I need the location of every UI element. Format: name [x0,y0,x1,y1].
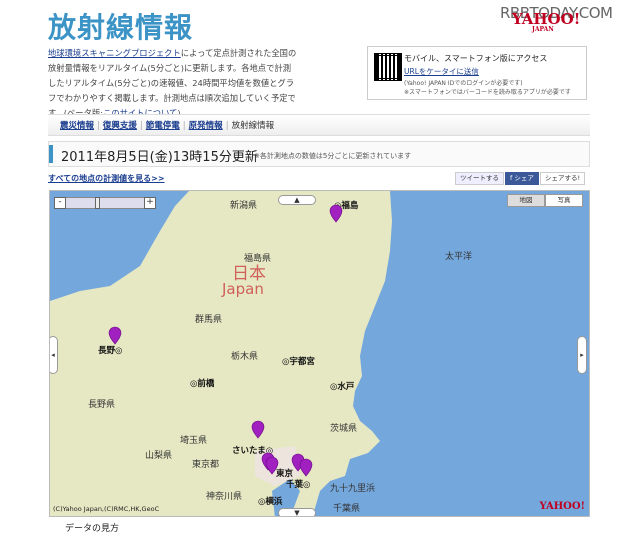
page-title: 放射線情報 [48,11,194,44]
map-label-utsunomiya: ◎宇都宮 [282,356,315,367]
nav-power[interactable]: 節電停電 [146,121,180,131]
map-label-kujukuri: 九十九里浜 [330,482,375,494]
map-label-nagano_city: 長野◎ [98,345,122,356]
project-link[interactable]: 地球環境スキャニングプロジェクト [48,48,181,58]
yahoo-map-logo: YAHOO! [539,501,585,512]
map-label-niigata: 新潟県 [230,199,257,211]
update-datetime: 2011年8月5日(金)13時15分更新 [61,150,258,165]
zoom-handle[interactable] [95,197,100,209]
nav-nuclear[interactable]: 原発情報 [189,121,223,131]
nav-disaster[interactable]: 震災情報 [60,121,94,131]
map-label-gunma: 群馬県 [195,313,222,325]
map-label-chiba_pref: 千葉県 [333,502,360,514]
map-type-toggle: 地図 写真 [507,194,583,207]
pan-left-button[interactable]: ◂ [50,336,58,374]
map-label-pacific: 太平洋 [445,250,472,262]
update-note: ※各計測地点の数値は5分ごとに更新されています [254,152,412,160]
qr-code-icon [374,53,402,81]
map-label-saitama_pref: 埼玉県 [180,434,207,446]
share-button[interactable]: シェアする! [540,172,586,185]
intro-text: 地球環境スキャニングプロジェクトによって定点計測された全国の放射量情報をリアルタ… [48,46,298,121]
zoom-out-button[interactable]: - [54,197,66,209]
facebook-share-button[interactable]: f シェア [505,172,539,185]
mobile-title: モバイル、スマートフォン版にアクセス [404,54,548,63]
map-label-tokyo_pref: 東京都 [192,458,219,470]
pan-right-button[interactable]: ▸ [577,336,587,374]
pan-down-button[interactable]: ▼ [278,508,316,516]
data-legend-heading: データの見方 [65,524,120,534]
nav-current: 放射線情報 [231,121,275,131]
map-label-kanagawa: 神奈川県 [206,490,242,502]
map-label-yamanashi: 山梨県 [145,449,172,461]
zoom-in-button[interactable]: + [144,197,156,209]
zoom-slider[interactable]: - + [54,197,156,209]
mobile-note-2: ※スマートフォンではバーコードを読み取るアプリが必要です [404,89,571,96]
map-label-tochigi: 栃木県 [231,350,258,362]
radiation-map[interactable]: 新潟県 ◎福島 太平洋 福島県 群馬県 長野◎ 栃木県 ◎宇都宮 ◎前橋 ◎水戸 長野県 茨城県 埼玉県… [49,190,590,517]
map-label-chiba_city: 千葉◎ [286,479,310,490]
map-credit: (C)Yahoo Japan,(C)RMC,HK,GeoC [53,505,160,513]
map-label-fukushima_pref: 福島県 [244,252,271,264]
map-label-nagano_pref: 長野県 [88,399,115,410]
nav-recovery[interactable]: 復興支援 [103,121,137,131]
mobile-access-box: モバイル、スマートフォン版にアクセス URLをケータイに送信 (Yahoo! J… [367,46,587,100]
map-label-yokohama: ◎横浜 [258,496,283,507]
map-label-ibaraki: 茨城県 [330,422,357,434]
pan-up-button[interactable]: ▲ [278,195,316,205]
yahoo-japan-logo[interactable]: YAHOO! JAPAN [512,12,580,33]
map-label-mito: ◎水戸 [330,381,355,392]
map-label-maebashi: ◎前橋 [190,378,215,389]
map-label-japan: Japan [221,280,264,298]
update-banner: 2011年8月5日(金)13時15分更新 ※各計測地点の数値は5分ごとに更新され… [48,141,590,167]
mobile-note-1: (Yahoo! JAPAN IDでのログインが必要です) [404,80,523,87]
tweet-button[interactable]: ツイートする [455,172,504,185]
send-url-link[interactable]: URLをケータイに送信 [404,66,479,77]
map-type-map[interactable]: 地図 [507,194,545,207]
map-label-tokyo: 東京 [276,468,294,479]
all-points-link[interactable]: すべての地点の計測値を見る>> [48,173,165,184]
breadcrumb-nav: 震災情報 | 復興支援 | 節電停電 | 原発情報 | 放射線情報 [48,114,590,136]
map-type-photo[interactable]: 写真 [545,194,583,207]
